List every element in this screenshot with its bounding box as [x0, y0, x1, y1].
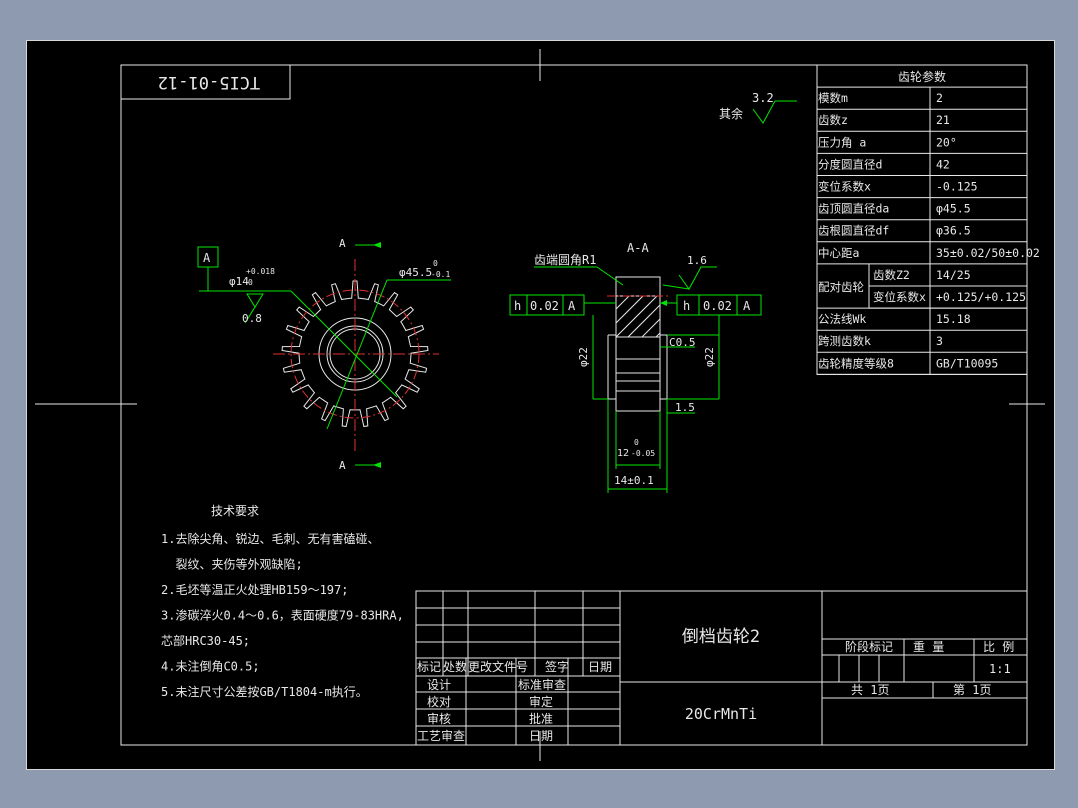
- chamfer-dim: C0.5: [669, 336, 696, 349]
- tip-dia-lower: -0.1: [431, 270, 450, 279]
- sign-review: 审核: [427, 711, 451, 726]
- gear-param-label: 齿轮精度等级8: [818, 356, 894, 370]
- roughness-remaining-value: 3.2: [752, 91, 774, 105]
- sign-std-review: 标准审查: [518, 677, 566, 692]
- gear-param-label: 公法线Wk: [818, 312, 866, 326]
- hdr-mark: 标记: [417, 660, 441, 674]
- scale-value: 1:1: [989, 662, 1011, 676]
- section-letter-top: A: [339, 237, 346, 250]
- runout-frame-right: h 0.02 A: [660, 294, 762, 316]
- fillet-label: 齿端圆角R1: [534, 253, 596, 267]
- gear-param-label: 跨测齿数k: [818, 334, 871, 348]
- gear-front-view: A A A φ14 +0.018 0 0.8 φ45.5 0 -0.1: [197, 237, 451, 472]
- sign-check: 校对: [427, 694, 451, 709]
- note-line: 3.渗碳淬火0.4～0.6，表面硬度79-83HRA,: [161, 608, 404, 623]
- roughness-remaining-label: 其余: [719, 106, 743, 121]
- hdr-date: 日期: [588, 660, 612, 674]
- hdr-sign: 签字: [545, 659, 569, 674]
- section-title: A-A: [627, 241, 649, 255]
- sheet-number: 第 1页: [953, 683, 991, 697]
- note-line: 芯部HRC30-45;: [161, 633, 250, 648]
- note-line: 裂纹、夹伤等外观缺陷;: [161, 557, 303, 572]
- technical-notes: 技术要求 1.去除尖角、锐边、毛刺、无有害磕碰、 裂纹、夹伤等外观缺陷; 2.毛坯…: [161, 504, 404, 699]
- sheet-borders: [35, 49, 1045, 761]
- width-outer: 14±0.1: [614, 474, 654, 487]
- note-line: 2.毛坯等温正火处理HB159～197;: [161, 583, 348, 597]
- note-line: 4.未注倒角C0.5;: [161, 659, 260, 674]
- profile-roughness: 1.6: [687, 254, 707, 267]
- gear-param-label: 变位系数x: [873, 290, 926, 304]
- notes-title: 技术要求: [211, 504, 259, 518]
- width-inner: 12: [617, 448, 629, 459]
- gear-param-value: φ45.5: [936, 202, 971, 216]
- gear-param-value: 14/25: [936, 268, 971, 282]
- gear-param-label: 分度圆直径d: [818, 157, 882, 171]
- gear-table-title: 齿轮参数: [898, 69, 946, 84]
- gear-section-view: A-A 齿端圆角R1 1.6 h 0.02 A h 0.02 A φ22 φ22…: [509, 241, 762, 493]
- section-letter-bottom: A: [339, 459, 346, 472]
- part-name: 倒档齿轮2: [682, 627, 760, 647]
- gear-param-label: 齿顶圆直径da: [818, 202, 889, 216]
- note-line: 5.未注尺寸公差按GB/T1804-m执行。: [161, 684, 368, 699]
- gear-parameter-table: 齿轮参数模数m 2 齿数z 21 压力角 a 20° 分度圆直径d 42 变位系数x -0.125…: [816, 64, 1040, 375]
- runout-right-symbol: h: [683, 299, 690, 313]
- runout-left-datum: A: [568, 299, 576, 313]
- weight-label: 重 量: [913, 640, 944, 654]
- drawing-canvas: TCI5-01-12 其余 3.2 A A A φ14 +0.018 0 0.8…: [35, 49, 1045, 761]
- sign-design: 设计: [427, 678, 451, 692]
- drawing-number-box: TCI5-01-12: [120, 64, 291, 100]
- tip-dia-dim: φ45.5: [399, 266, 432, 279]
- gear-param-label: 齿数z: [818, 113, 848, 127]
- tip-dia-upper: 0: [433, 259, 438, 268]
- gear-param-value: 35±0.02/50±0.02: [936, 246, 1040, 260]
- stage-label: 阶段标记: [845, 639, 893, 654]
- width-inner-upper: 0: [634, 438, 639, 447]
- runout-left-value: 0.02: [530, 299, 559, 313]
- dia-left: φ22: [577, 347, 590, 367]
- bore-dim-lower: 0: [248, 278, 253, 287]
- gear-param-value: GB/T10095: [936, 356, 998, 370]
- step-dim: 1.5: [675, 401, 695, 414]
- runout-left-symbol: h: [514, 299, 521, 313]
- hdr-count: 处数: [443, 659, 467, 674]
- gear-param-value: -0.125: [936, 180, 978, 194]
- runout-right-value: 0.02: [703, 299, 732, 313]
- hdr-change-doc: 更改文件号: [468, 659, 528, 674]
- gear-param-value: 2: [936, 91, 943, 105]
- runout-right-datum: A: [743, 299, 751, 313]
- mating-gear-label: 配对齿轮: [818, 280, 864, 294]
- width-inner-lower: -0.05: [631, 449, 655, 458]
- gear-param-value: +0.125/+0.125: [936, 290, 1026, 304]
- bore-roughness: 0.8: [242, 312, 262, 325]
- datum-label: A: [203, 251, 211, 265]
- gear-param-label: 变位系数x: [818, 180, 871, 194]
- gear-param-value: 21: [936, 113, 950, 127]
- gear-param-value: 20°: [936, 135, 957, 149]
- sign-ratify: 批准: [529, 711, 553, 726]
- roughness-remaining: 其余 3.2: [719, 91, 797, 124]
- gear-param-label: 中心距a: [818, 246, 859, 260]
- drawing-number: TCI5-01-12: [158, 72, 260, 92]
- runout-frame-left: h 0.02 A: [509, 294, 616, 316]
- dia-right: φ22: [703, 347, 716, 367]
- note-line: 1.去除尖角、锐边、毛刺、无有害磕碰、: [161, 531, 379, 546]
- gear-param-value: 42: [936, 157, 950, 171]
- scale-label: 比 例: [983, 640, 1014, 654]
- bore-dim-upper: +0.018: [246, 267, 275, 276]
- gear-param-label: 齿数Z2: [873, 268, 910, 282]
- gear-param-label: 模数m: [818, 91, 848, 105]
- gear-param-value: φ36.5: [936, 224, 971, 238]
- gear-param-label: 齿根圆直径df: [818, 224, 889, 238]
- bore-dim: φ14: [229, 275, 249, 288]
- drawing-sheet: TCI5-01-12 其余 3.2 A A A φ14 +0.018 0 0.8…: [26, 40, 1055, 770]
- gear-param-value: 15.18: [936, 312, 971, 326]
- sign-approve: 审定: [529, 694, 553, 709]
- total-sheets: 共 1页: [851, 683, 889, 697]
- sign-process: 工艺审查: [417, 728, 465, 743]
- sign-date: 日期: [529, 729, 553, 743]
- gear-param-label: 压力角 a: [818, 135, 866, 149]
- material: 20CrMnTi: [685, 705, 757, 723]
- gear-param-value: 3: [936, 334, 943, 348]
